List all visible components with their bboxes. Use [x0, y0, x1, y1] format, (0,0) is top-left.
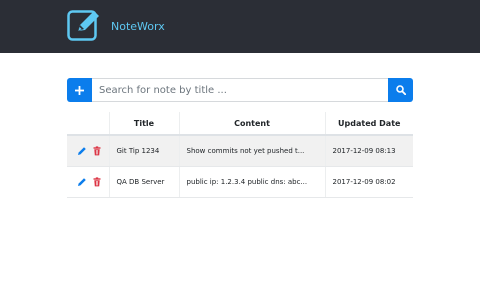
cell-updated-date: 2017-12-09 08:13	[324, 134, 413, 167]
search-icon	[395, 85, 406, 95]
search-input[interactable]	[92, 78, 388, 102]
column-header-content[interactable]: Content	[178, 112, 325, 136]
table-header-row: Title Content Updated Date	[67, 112, 413, 136]
cell-updated-date: 2017-12-09 08:02	[324, 165, 413, 198]
cell-title: QA DB Server	[108, 165, 179, 198]
notes-table: Title Content Updated Date Git Tip 1234 …	[67, 112, 413, 198]
plus-icon	[75, 85, 84, 95]
search-button[interactable]	[388, 78, 413, 102]
cell-title: Git Tip 1234	[108, 134, 179, 167]
column-header-title[interactable]: Title	[108, 112, 179, 136]
table-row[interactable]: Git Tip 1234 Show commits not yet pushed…	[67, 134, 413, 167]
add-note-button[interactable]	[67, 78, 92, 102]
search-bar	[67, 78, 413, 102]
edit-note-icon[interactable]	[67, 9, 101, 42]
top-navbar: NoteWorx	[0, 0, 480, 53]
cell-content: public ip: 1.2.3.4 public dns: abc...	[178, 165, 325, 198]
column-header-actions	[67, 112, 109, 136]
trash-icon[interactable]	[92, 176, 102, 187]
trash-icon[interactable]	[92, 146, 102, 156]
pencil-icon[interactable]	[77, 177, 87, 187]
column-header-updated-date[interactable]: Updated Date	[324, 112, 413, 136]
table-row[interactable]: QA DB Server public ip: 1.2.3.4 public d…	[67, 165, 413, 198]
brand-name[interactable]: NoteWorx	[111, 20, 165, 33]
cell-content: Show commits not yet pushed t...	[178, 134, 325, 167]
row-actions	[67, 165, 109, 198]
pencil-icon[interactable]	[77, 146, 87, 156]
row-actions	[67, 134, 109, 167]
